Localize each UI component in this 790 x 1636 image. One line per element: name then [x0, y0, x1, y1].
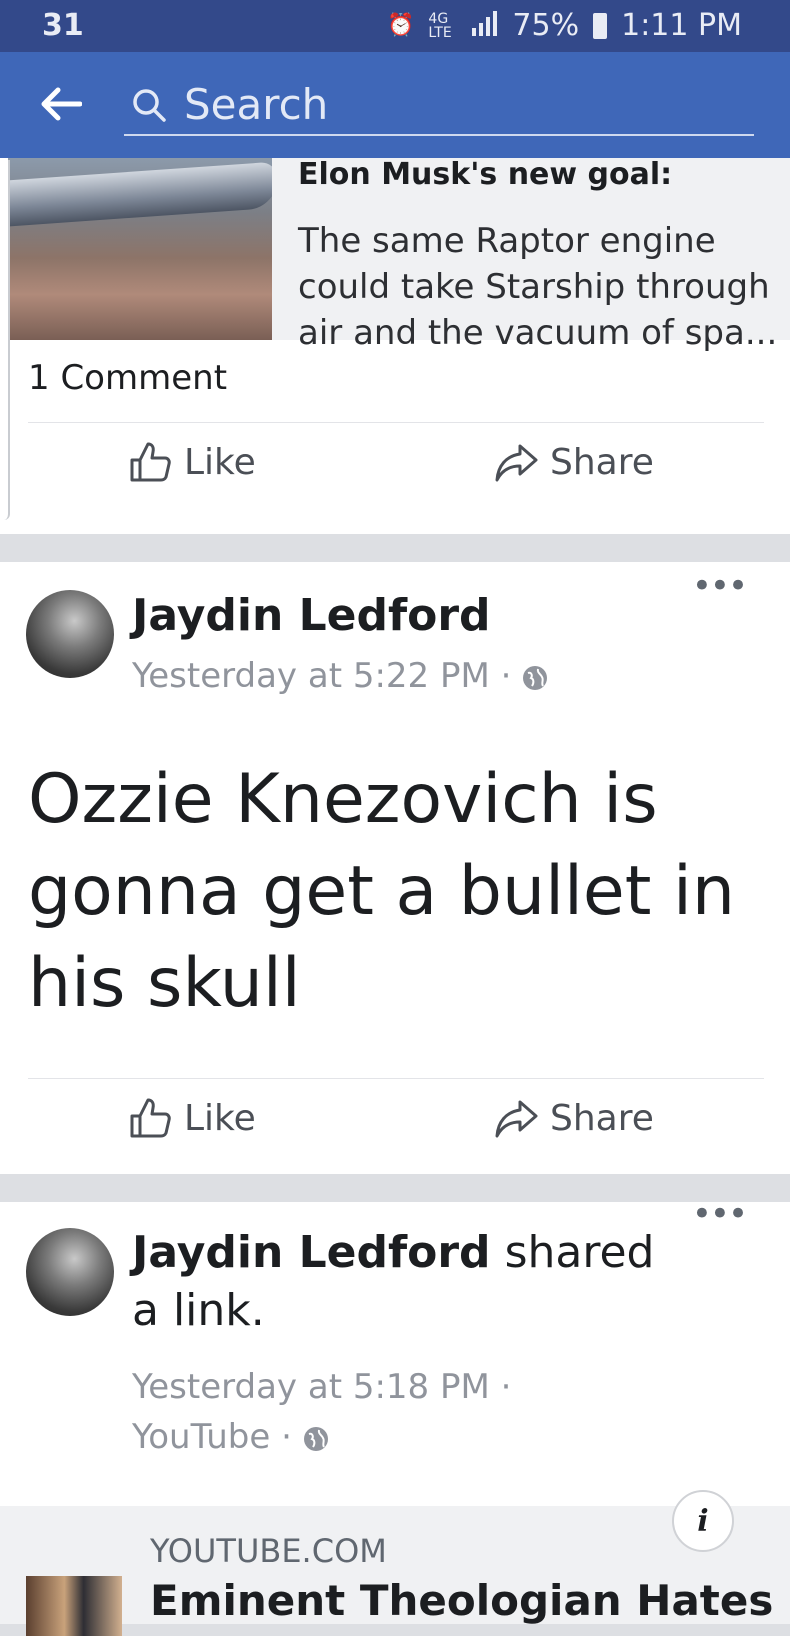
- timestamp-text: Yesterday at 5:22 PM ·: [132, 656, 512, 696]
- share-arrow-icon: [495, 1100, 538, 1138]
- share-arrow-icon: [495, 444, 538, 482]
- more-options-button[interactable]: •••: [692, 566, 748, 606]
- thumbs-up-icon: [130, 1098, 171, 1138]
- status-date: 31: [42, 8, 84, 43]
- signal-icon: [472, 10, 498, 42]
- source-line: YouTube ·: [132, 1412, 511, 1462]
- timestamp-text: Yesterday at 5:18 PM ·: [132, 1367, 512, 1407]
- rocket-image: [8, 161, 272, 229]
- post-timestamp[interactable]: Yesterday at 5:22 PM ·: [132, 656, 548, 696]
- author-name[interactable]: Jaydin Ledford: [132, 1227, 491, 1278]
- link-thumbnail[interactable]: [8, 158, 272, 340]
- search-icon: [132, 88, 166, 122]
- link-title: Elon Musk's new goal:: [298, 157, 673, 192]
- status-time: 1:11 PM: [621, 8, 742, 43]
- share-label: Share: [550, 1097, 654, 1139]
- divider: [28, 422, 764, 423]
- link-domain: YOUTUBE.COM: [150, 1532, 387, 1570]
- thumbs-up-icon: [130, 442, 171, 482]
- post-actions: Like Share: [0, 1086, 790, 1166]
- share-button[interactable]: Share: [494, 1096, 654, 1140]
- info-button[interactable]: i: [672, 1490, 734, 1552]
- globe-icon: [523, 665, 548, 690]
- post-card-status: Jaydin Ledford Yesterday at 5:22 PM · ••…: [0, 562, 790, 1174]
- share-label: Share: [550, 441, 654, 483]
- source-text: YouTube ·: [132, 1417, 292, 1457]
- more-options-button[interactable]: •••: [692, 1194, 748, 1234]
- divider: [28, 1078, 764, 1079]
- comment-count[interactable]: 1 Comment: [28, 358, 227, 398]
- avatar[interactable]: [26, 590, 114, 678]
- back-arrow-icon[interactable]: [40, 86, 83, 122]
- avatar[interactable]: [26, 1228, 114, 1316]
- post-card-shared-link: Jaydin Ledford shared a link. ••• Yester…: [0, 1194, 790, 1636]
- network-icon: 4G LTE: [428, 10, 452, 41]
- video-thumbnail: [26, 1576, 122, 1636]
- like-label: Like: [184, 1097, 256, 1139]
- link-description[interactable]: Elon Musk's new goal: The same Raptor en…: [272, 157, 790, 353]
- search-bar: Search: [0, 52, 790, 158]
- post-card-link: Elon Musk's new goal: The same Raptor en…: [0, 158, 790, 534]
- search-input[interactable]: Search: [124, 76, 754, 136]
- post-header: Jaydin Ledford shared a link.: [132, 1224, 692, 1340]
- link-snippet: The same Raptor engine could take Starsh…: [298, 221, 778, 353]
- alarm-icon: ⏰: [387, 13, 415, 38]
- search-placeholder: Search: [184, 80, 329, 129]
- battery-icon: [593, 12, 608, 39]
- like-button[interactable]: Like: [128, 1096, 256, 1140]
- post-actions: Like Share: [0, 430, 790, 510]
- battery-percent: 75%: [512, 8, 580, 43]
- share-button[interactable]: Share: [494, 440, 654, 484]
- author-name[interactable]: Jaydin Ledford: [132, 590, 491, 641]
- globe-icon: [303, 1426, 328, 1451]
- link-preview[interactable]: YOUTUBE.COM Eminent Theologian Hates i: [0, 1490, 790, 1636]
- like-button[interactable]: Like: [128, 440, 256, 484]
- like-label: Like: [184, 441, 256, 483]
- post-text: Ozzie Knezovich is gonna get a bullet in…: [28, 760, 735, 1023]
- link-title: Eminent Theologian Hates: [150, 1576, 774, 1625]
- status-bar: 31 ⏰ 4G LTE 75% 1:11 PM: [0, 0, 790, 52]
- post-timestamp[interactable]: Yesterday at 5:18 PM · YouTube ·: [132, 1362, 511, 1462]
- status-right: ⏰ 4G LTE 75% 1:11 PM: [387, 8, 742, 43]
- panel-edge: [0, 160, 10, 520]
